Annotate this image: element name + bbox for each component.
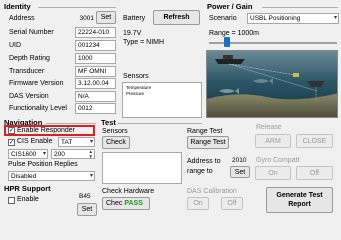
refresh-button[interactable]: Refresh — [153, 10, 200, 25]
enable-responder-checkbox[interactable]: ✓ — [8, 127, 15, 134]
identity-divider — [38, 7, 116, 8]
pulse-position-select[interactable]: Disabled ▾ — [8, 171, 95, 181]
serial-number-label: Serial Number — [9, 29, 54, 36]
generate-test-report-button[interactable]: Generate Test Report — [266, 187, 333, 213]
das-off-button[interactable]: Off — [221, 197, 243, 210]
test-sensors-label: Sensors — [102, 128, 128, 135]
chevron-down-icon: ▾ — [42, 151, 46, 157]
scenario-select[interactable]: USBL Positioning ▾ — [247, 13, 339, 24]
battery-voltage: 19.7V — [123, 30, 142, 37]
cis-spin-value: 200 — [54, 151, 65, 158]
range-to-label: range to — [187, 168, 213, 175]
power-gain-divider — [262, 7, 338, 8]
cis-enable-value: TAT — [61, 139, 73, 146]
underwater-scene — [206, 50, 338, 118]
functionality-level-field: 0012 — [75, 103, 116, 114]
cis-model-value: CIS1600 — [11, 151, 37, 158]
navigation-divider — [46, 123, 96, 124]
pulse-position-label: Pulse Position Replies — [8, 161, 78, 168]
serial-number-field: 22224-010 — [75, 27, 116, 38]
sensor-temperature: Temperature — [126, 85, 152, 90]
firmware-version-field: 3.12.00.04 — [75, 78, 116, 89]
battery-type: Type = NIMH — [123, 39, 165, 46]
address-label: Address — [9, 15, 35, 22]
hpr-enable-checkbox[interactable] — [8, 197, 15, 204]
check-hardware-button[interactable]: Chec PASS — [102, 197, 150, 210]
functionality-level-label: Functionality Level — [9, 105, 67, 112]
chevron-down-icon: ▾ — [89, 173, 93, 179]
hpr-enable-label: Enable — [17, 196, 39, 203]
hpr-field[interactable]: B45 — [76, 191, 96, 201]
address-set-button[interactable]: Set — [96, 11, 116, 24]
transducer-label: Transducer — [9, 68, 45, 75]
check-hardware-label: Check Hardware — [102, 188, 155, 195]
address-field[interactable]: 3001 — [75, 13, 97, 23]
uid-field: 001234 — [75, 40, 116, 51]
arm-button[interactable]: ARM — [255, 134, 291, 148]
das-on-button[interactable]: On — [187, 197, 209, 210]
range-label: Range = 1000m — [209, 30, 260, 37]
range-address-field[interactable]: 2010 — [229, 155, 250, 165]
cis-enable-label: CIS Enable — [17, 138, 53, 145]
cis-enable-checkbox[interactable]: ✓ — [8, 139, 15, 146]
pulse-position-value: Disabled — [11, 173, 37, 180]
sensors-list: Temperature Pressure — [122, 82, 202, 118]
hpr-support-title: HPR Support — [4, 184, 51, 193]
battery-label: Battery — [123, 15, 146, 22]
range-set-button[interactable]: Set — [230, 166, 250, 178]
chevron-down-icon: ▾ — [333, 15, 337, 21]
sensors-test-output — [102, 152, 182, 184]
cis-enable-select[interactable]: TAT ▾ — [58, 137, 95, 147]
das-calibration-label: DAS Calibration — [187, 188, 237, 195]
cis-value-spinbox[interactable]: 200 ▲ ▼ — [51, 149, 95, 159]
power-gain-title: Power / Gain — [207, 2, 253, 11]
release-title: Release — [256, 124, 282, 131]
das-version-label: DAS Version — [9, 93, 49, 100]
test-title: Test — [101, 118, 116, 127]
scenario-label: Scenario — [209, 15, 237, 22]
identity-title: Identity — [4, 2, 31, 11]
test-divider — [118, 123, 202, 124]
sensor-pressure: Pressure — [126, 91, 145, 96]
range-test-title: Range Test — [187, 128, 223, 135]
gyro-off-button[interactable]: Off — [296, 166, 333, 180]
uid-label: UID — [9, 42, 22, 49]
cis-model-select[interactable]: CIS1600 ▾ — [8, 149, 48, 159]
chevron-down-icon: ▾ — [89, 139, 93, 145]
depth-rating-field: 1000 — [75, 53, 116, 64]
spinner-arrows-icon[interactable]: ▲ ▼ — [89, 149, 93, 159]
range-test-button[interactable]: Range Test — [187, 136, 229, 149]
underwater-scene-graphic — [207, 51, 337, 117]
close-button[interactable]: CLOSE — [296, 134, 333, 148]
sensors-label: Sensors — [123, 73, 149, 80]
das-version-field: N/A — [75, 91, 116, 102]
range-slider-thumb[interactable] — [223, 37, 230, 47]
sensors-check-button[interactable]: Check — [102, 136, 130, 149]
scenario-value: USBL Positioning — [250, 15, 301, 22]
hpr-set-button[interactable]: Set — [77, 203, 97, 216]
firmware-version-label: Firmware Version — [9, 80, 64, 87]
gyro-title: Gyro Compatt — [256, 157, 300, 164]
enable-responder-label: Enable Responder — [17, 127, 75, 134]
transducer-field: MF OMNI — [75, 66, 116, 77]
depth-rating-label: Depth Rating — [9, 55, 50, 62]
check-hardware-pass-status: PASS — [124, 200, 143, 207]
range-address-label: Address to — [187, 158, 221, 165]
gyro-on-button[interactable]: On — [255, 166, 291, 180]
check-hardware-button-label: Chec — [106, 200, 123, 207]
